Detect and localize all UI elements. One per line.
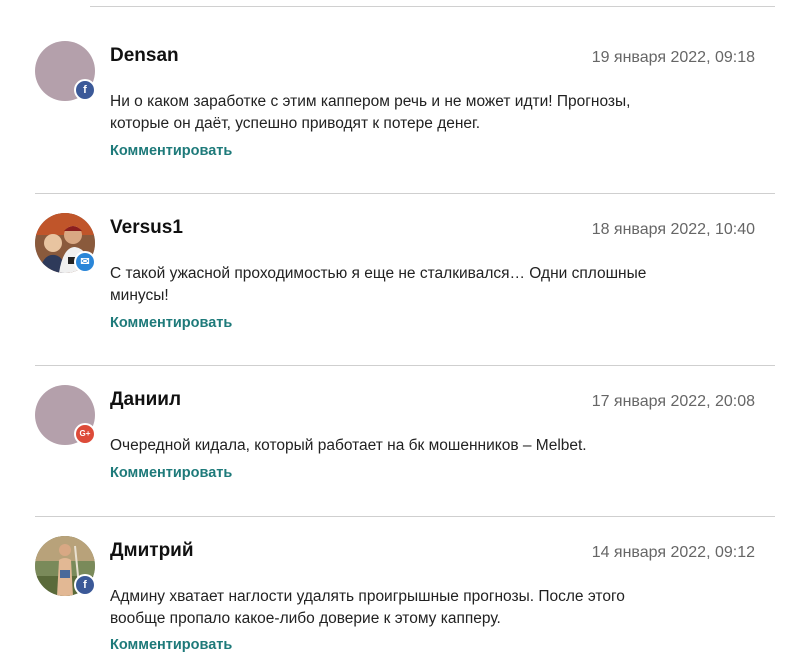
comment-text: Ни о каком заработке с этим каппером реч…: [110, 93, 631, 132]
comment-date: 18 января 2022, 10:40: [591, 221, 755, 238]
comment-divider: [35, 365, 775, 366]
google-plus-icon: G+: [74, 423, 96, 445]
comment-author: Даниил: [110, 389, 182, 410]
facebook-icon: f: [74, 79, 96, 101]
reply-link[interactable]: Комментировать: [110, 143, 232, 159]
comment-divider: [35, 193, 775, 194]
facebook-icon: f: [74, 574, 96, 596]
comment-avatar[interactable]: f: [35, 536, 96, 596]
reply-link[interactable]: Комментировать: [110, 637, 232, 653]
comment-avatar[interactable]: G+: [35, 385, 96, 445]
reply-link[interactable]: Комментировать: [110, 465, 232, 481]
top-divider: [90, 6, 775, 7]
comment-item: f Densan 19 января 2022, 09:18 Ни о како…: [35, 41, 775, 181]
comment-author: Дмитрий: [110, 540, 194, 561]
comment-text: Админу хватает наглости удалять проигрыш…: [110, 588, 625, 627]
comment-author: Versus1: [110, 217, 183, 238]
comment-item: ✉ Versus1 18 января 2022, 10:40 С такой …: [35, 213, 775, 353]
comment-item: G+ Даниил 17 января 2022, 20:08 Очередно…: [35, 385, 775, 505]
mail-icon: ✉: [74, 251, 96, 273]
comment-date: 17 января 2022, 20:08: [591, 393, 755, 410]
comment-avatar[interactable]: f: [35, 41, 96, 101]
comment-text: С такой ужасной проходимостью я еще не с…: [110, 265, 647, 304]
comment-date: 14 января 2022, 09:12: [591, 544, 755, 561]
comment-text: Очередной кидала, который работает на бк…: [110, 437, 587, 454]
comment-item: f Дмитрий 14 января 2022, 09:12 Админу х…: [35, 536, 775, 662]
comment-date: 19 января 2022, 09:18: [591, 49, 755, 66]
comment-divider: [35, 516, 775, 517]
comment-avatar[interactable]: ✉: [35, 213, 96, 273]
comment-author: Densan: [110, 45, 179, 66]
reply-link[interactable]: Комментировать: [110, 315, 232, 331]
